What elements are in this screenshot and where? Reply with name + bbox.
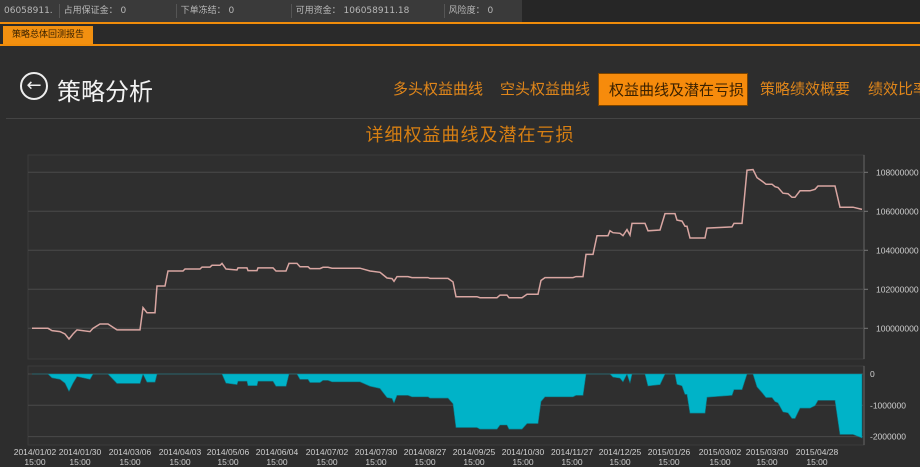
- x-tick-time-label: 15:00: [414, 457, 436, 467]
- x-tick-time-label: 15:00: [756, 457, 778, 467]
- x-tick-date-label: 2014/12/25: [599, 447, 642, 457]
- x-tick-time-label: 15:00: [69, 457, 91, 467]
- x-tick-time-label: 15:00: [266, 457, 288, 467]
- x-tick-time-label: 15:00: [561, 457, 583, 467]
- x-tick-time-label: 15:00: [169, 457, 191, 467]
- x-tick-date-label: 2014/09/25: [453, 447, 496, 457]
- x-tick-time-label: 15:00: [365, 457, 387, 467]
- x-tick-time-label: 15:00: [512, 457, 534, 467]
- drawdown-y-tick-label: -2000000: [870, 432, 906, 442]
- x-tick-time-label: 15:00: [119, 457, 141, 467]
- x-tick-date-label: 2015/03/30: [746, 447, 789, 457]
- x-tick-date-label: 2015/03/02: [699, 447, 742, 457]
- x-tick-date-label: 2014/03/06: [109, 447, 152, 457]
- equity-y-tick-label: 100000000: [876, 323, 919, 333]
- x-tick-time-label: 15:00: [316, 457, 338, 467]
- x-tick-time-label: 15:00: [24, 457, 46, 467]
- equity-y-tick-label: 102000000: [876, 284, 919, 294]
- x-tick-time-label: 15:00: [463, 457, 485, 467]
- equity-y-tick-label: 104000000: [876, 245, 919, 255]
- x-tick-date-label: 2014/10/30: [502, 447, 545, 457]
- drawdown-y-tick-label: -1000000: [870, 400, 906, 410]
- x-tick-date-label: 2014/07/02: [306, 447, 349, 457]
- equity-drawdown-chart: 100000000 102000000 104000000 106000000 1080…: [14, 154, 919, 467]
- x-tick-date-label: 2015/01/26: [648, 447, 691, 457]
- x-tick-time-label: 15:00: [609, 457, 631, 467]
- x-tick-date-label: 2014/11/27: [551, 447, 593, 457]
- x-tick-date-label: 2014/05/06: [207, 447, 250, 457]
- x-tick-date-label: 2014/08/27: [404, 447, 447, 457]
- x-tick-time-label: 15:00: [217, 457, 239, 467]
- x-tick-date-label: 2014/01/30: [59, 447, 102, 457]
- x-tick-date-label: 2015/04/28: [796, 447, 839, 457]
- x-tick-time-label: 15:00: [806, 457, 828, 467]
- x-tick-date-label: 2014/07/30: [355, 447, 398, 457]
- drawdown-y-tick-label: 0: [870, 369, 875, 379]
- x-tick-time-label: 15:00: [709, 457, 731, 467]
- x-tick-date-label: 2014/04/03: [159, 447, 202, 457]
- x-tick-date-label: 2014/06/04: [256, 447, 299, 457]
- x-tick-time-label: 15:00: [658, 457, 680, 467]
- x-tick-date-label: 2014/01/02: [14, 447, 57, 457]
- equity-y-tick-label: 108000000: [876, 167, 919, 177]
- equity-y-tick-label: 106000000: [876, 206, 919, 216]
